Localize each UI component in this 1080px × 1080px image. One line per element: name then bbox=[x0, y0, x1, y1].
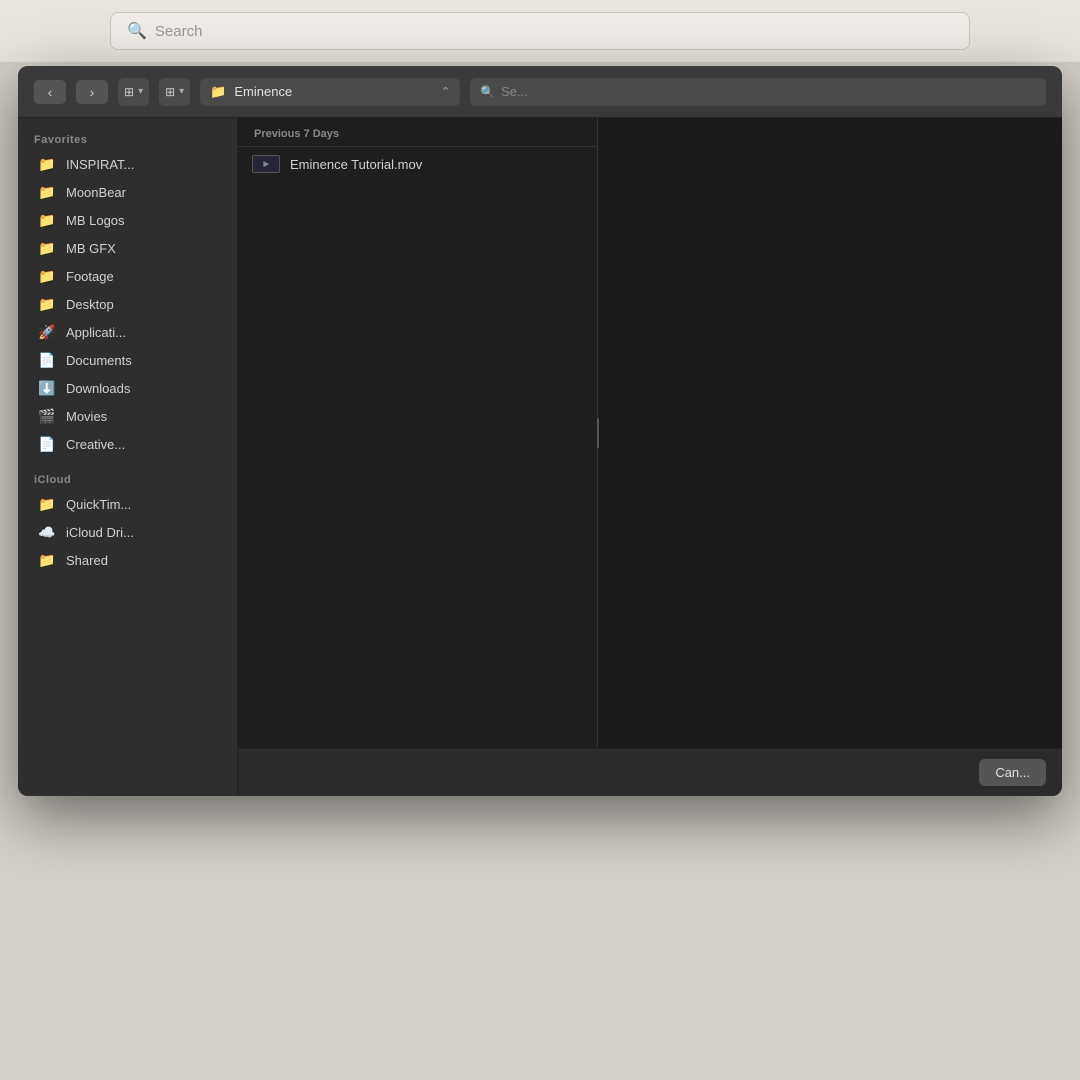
sidebar-icon-footage: 📁 bbox=[38, 268, 56, 285]
view-grid-group[interactable]: ⊞ ▾ bbox=[159, 78, 190, 106]
back-button[interactable]: ‹ bbox=[34, 80, 66, 104]
sidebar-label-desktop: Desktop bbox=[66, 297, 114, 312]
icloud-header: iCloud bbox=[18, 468, 237, 490]
grid-view-arrow: ▾ bbox=[179, 86, 184, 97]
toolbar-search-text: Se... bbox=[501, 84, 528, 99]
favorites-list: 📁 INSPIRAT... 📁 MoonBear 📁 MB Logos 📁 MB… bbox=[18, 151, 237, 458]
location-bar[interactable]: 📁 Eminence ⌃ bbox=[200, 78, 460, 106]
sidebar-icon-mb-logos: 📁 bbox=[38, 212, 56, 229]
finder-window: ‹ › ⊞ ▾ ⊞ ▾ 📁 Eminence ⌃ 🔍 Se... Favorit… bbox=[18, 66, 1062, 796]
file-item-eminence-tutorial[interactable]: ▶ Eminence Tutorial.mov bbox=[238, 147, 597, 181]
sidebar-label-movies: Movies bbox=[66, 409, 107, 424]
sidebar-label-quicktime: QuickTim... bbox=[66, 497, 131, 512]
sidebar-icon-moonbear: 📁 bbox=[38, 184, 56, 201]
location-text: Eminence bbox=[234, 84, 433, 99]
content-area: Favorites 📁 INSPIRAT... 📁 MoonBear 📁 MB … bbox=[18, 118, 1062, 796]
file-list-panel: Previous 7 Days ▶ Eminence Tutorial.mov bbox=[238, 118, 598, 748]
sidebar-item-mb-gfx[interactable]: 📁 MB GFX bbox=[24, 235, 231, 262]
bottom-bar: Can... bbox=[238, 748, 1062, 796]
sidebar-item-mb-logos[interactable]: 📁 MB Logos bbox=[24, 207, 231, 234]
forward-button[interactable]: › bbox=[76, 80, 108, 104]
sidebar-label-inspirat: INSPIRAT... bbox=[66, 157, 134, 172]
file-list: ▶ Eminence Tutorial.mov bbox=[238, 147, 597, 181]
sidebar-item-icloud-drive[interactable]: ☁️ iCloud Dri... bbox=[24, 519, 231, 546]
sidebar-icon-creative: 📄 bbox=[38, 436, 56, 453]
file-list-container: Previous 7 Days ▶ Eminence Tutorial.mov bbox=[238, 118, 1062, 748]
sidebar-label-footage: Footage bbox=[66, 269, 114, 284]
sidebar-item-movies[interactable]: 🎬 Movies bbox=[24, 403, 231, 430]
sidebar-icon-quicktime: 📁 bbox=[38, 496, 56, 513]
favorites-header: Favorites bbox=[18, 128, 237, 150]
sidebar-item-documents[interactable]: 📄 Documents bbox=[24, 347, 231, 374]
resize-handle-bar bbox=[597, 418, 599, 448]
sidebar-label-creative: Creative... bbox=[66, 437, 125, 452]
sidebar-icon-desktop: 📁 bbox=[38, 296, 56, 313]
resize-handle[interactable] bbox=[595, 118, 601, 748]
sidebar-item-inspirat[interactable]: 📁 INSPIRAT... bbox=[24, 151, 231, 178]
cancel-button[interactable]: Can... bbox=[979, 759, 1046, 786]
sidebar-icon-applications: 🚀 bbox=[38, 324, 56, 341]
sidebar-icon-documents: 📄 bbox=[38, 352, 56, 369]
preview-panel bbox=[598, 118, 1062, 748]
date-section-header: Previous 7 Days bbox=[238, 118, 597, 147]
top-search-container[interactable]: 🔍 Search bbox=[110, 12, 970, 50]
toolbar-search[interactable]: 🔍 Se... bbox=[470, 78, 1046, 106]
sidebar-icon-icloud-drive: ☁️ bbox=[38, 524, 56, 541]
top-search-placeholder: Search bbox=[155, 23, 203, 40]
sidebar-label-mb-logos: MB Logos bbox=[66, 213, 125, 228]
sidebar-label-documents: Documents bbox=[66, 353, 132, 368]
mov-icon: ▶ bbox=[252, 155, 280, 173]
sidebar-label-shared: Shared bbox=[66, 553, 108, 568]
icloud-list: 📁 QuickTim... ☁️ iCloud Dri... 📁 Shared bbox=[18, 491, 237, 574]
sidebar-item-downloads[interactable]: ⬇️ Downloads bbox=[24, 375, 231, 402]
sidebar-label-applications: Applicati... bbox=[66, 325, 126, 340]
columns-view-icon: ⊞ bbox=[124, 85, 134, 99]
location-folder-icon: 📁 bbox=[210, 84, 226, 100]
sidebar-icon-inspirat: 📁 bbox=[38, 156, 56, 173]
file-name-eminence-tutorial: Eminence Tutorial.mov bbox=[290, 157, 422, 172]
sidebar-label-moonbear: MoonBear bbox=[66, 185, 126, 200]
sidebar-label-downloads: Downloads bbox=[66, 381, 130, 396]
sidebar: Favorites 📁 INSPIRAT... 📁 MoonBear 📁 MB … bbox=[18, 118, 238, 796]
sidebar-item-moonbear[interactable]: 📁 MoonBear bbox=[24, 179, 231, 206]
sidebar-item-footage[interactable]: 📁 Footage bbox=[24, 263, 231, 290]
toolbar-search-icon: 🔍 bbox=[480, 85, 495, 99]
search-icon: 🔍 bbox=[127, 21, 147, 41]
sidebar-icon-shared: 📁 bbox=[38, 552, 56, 569]
sidebar-icon-downloads: ⬇️ bbox=[38, 380, 56, 397]
sidebar-item-desktop[interactable]: 📁 Desktop bbox=[24, 291, 231, 318]
top-search-bar: 🔍 Search bbox=[0, 0, 1080, 62]
grid-view-icon: ⊞ bbox=[165, 85, 175, 99]
sidebar-item-shared[interactable]: 📁 Shared bbox=[24, 547, 231, 574]
sidebar-icon-movies: 🎬 bbox=[38, 408, 56, 425]
sidebar-item-quicktime[interactable]: 📁 QuickTim... bbox=[24, 491, 231, 518]
columns-view-arrow: ▾ bbox=[138, 86, 143, 97]
sidebar-item-applications[interactable]: 🚀 Applicati... bbox=[24, 319, 231, 346]
sidebar-label-mb-gfx: MB GFX bbox=[66, 241, 116, 256]
toolbar: ‹ › ⊞ ▾ ⊞ ▾ 📁 Eminence ⌃ 🔍 Se... bbox=[18, 66, 1062, 118]
sidebar-item-creative[interactable]: 📄 Creative... bbox=[24, 431, 231, 458]
sidebar-icon-mb-gfx: 📁 bbox=[38, 240, 56, 257]
location-arrows: ⌃ bbox=[441, 85, 450, 98]
view-columns-group[interactable]: ⊞ ▾ bbox=[118, 78, 149, 106]
sidebar-label-icloud-drive: iCloud Dri... bbox=[66, 525, 134, 540]
main-content: Previous 7 Days ▶ Eminence Tutorial.mov … bbox=[238, 118, 1062, 796]
